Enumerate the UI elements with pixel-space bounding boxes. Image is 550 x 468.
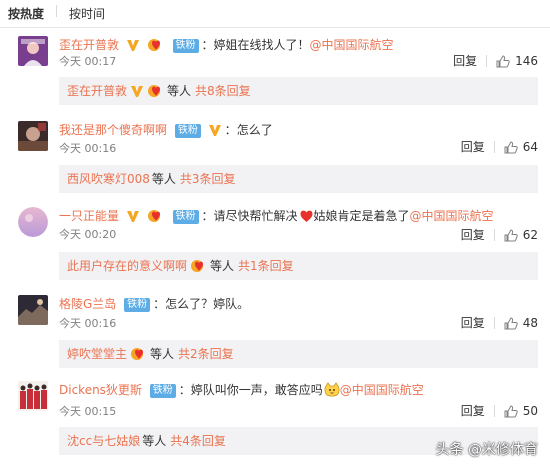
comment-time: 今天 00:20 xyxy=(59,228,117,241)
comment-text: 婷姐在线找人了！ xyxy=(213,38,310,52)
reply-button[interactable]: 回复 xyxy=(461,314,485,331)
reply-button[interactable]: 回复 xyxy=(453,52,477,69)
sub-replies-box[interactable]: 此用户存在的意义啊啊 等人 共1条回复 xyxy=(59,252,538,280)
reply-button[interactable]: 回复 xyxy=(461,402,485,419)
commenter-name[interactable]: 歪在开普敦 xyxy=(59,38,119,52)
avatar[interactable] xyxy=(18,207,48,237)
comment-time: 今天 00:16 xyxy=(59,317,117,330)
mention-link[interactable]: @中国国际航空 xyxy=(310,38,394,52)
fan-badge: 铁粉 xyxy=(172,210,199,224)
heart-medal-icon xyxy=(147,80,165,108)
reply-button[interactable]: 回复 xyxy=(461,138,485,155)
comment-text: 怎么了？婷队。 xyxy=(165,297,250,311)
avatar[interactable] xyxy=(18,121,48,151)
sub-replies-box[interactable]: 歪在开普敦 等人 共8条回复 xyxy=(59,77,538,105)
reply-user-name[interactable]: 歪在开普敦 xyxy=(67,84,127,98)
commenter-name[interactable]: 一只正能量 xyxy=(59,209,119,223)
like-count: 50 xyxy=(522,404,538,418)
more-replies-link[interactable]: 共2条回复 xyxy=(178,347,234,361)
fan-badge: 铁粉 xyxy=(124,298,151,312)
comment-actions: 回复 64 xyxy=(461,138,538,156)
comment-time: 今天 00:17 xyxy=(59,55,117,68)
reply-user-name[interactable]: 婷吹堂堂主 xyxy=(67,347,127,361)
like-icon[interactable] xyxy=(504,229,518,245)
cat-emoji-icon xyxy=(324,382,340,402)
comment-actions: 回复 146 xyxy=(453,52,538,70)
avatar[interactable] xyxy=(18,381,48,411)
comment-time: 今天 00:15 xyxy=(59,405,117,418)
like-count: 146 xyxy=(515,54,538,68)
divider xyxy=(56,5,57,17)
like-count: 62 xyxy=(522,228,538,242)
vip-v-icon xyxy=(130,80,144,108)
comment-text: 怎么了 xyxy=(236,123,273,137)
comment-actions: 回复 50 xyxy=(461,402,538,420)
heart-medal-icon xyxy=(190,255,208,283)
comment-time: 今天 00:16 xyxy=(59,142,117,155)
heart-emoji-icon xyxy=(299,209,314,228)
commenter-name[interactable]: 格陵G兰岛 xyxy=(59,297,116,311)
like-count: 48 xyxy=(522,316,538,330)
comment-text: 请尽快帮忙解决 xyxy=(213,209,298,223)
more-replies-link[interactable]: 共1条回复 xyxy=(238,259,294,273)
fan-badge: 铁粉 xyxy=(174,124,201,138)
comment-actions: 回复 62 xyxy=(461,226,538,244)
vip-v-icon xyxy=(208,124,222,142)
heart-medal-icon xyxy=(147,38,165,57)
fan-badge: 铁粉 xyxy=(172,39,199,53)
comment-text: 婷队叫你一声，敢答应吗 xyxy=(190,383,323,397)
mention-link[interactable]: @中国国际航空 xyxy=(410,209,494,223)
heart-medal-icon xyxy=(130,343,148,371)
reply-user-name[interactable]: 西风吹寒灯008 xyxy=(67,172,150,186)
commenter-name[interactable]: Dickens狄更斯 xyxy=(59,383,142,397)
more-replies-link[interactable]: 共8条回复 xyxy=(195,84,251,98)
sub-replies-box[interactable]: 婷吹堂堂主 等人 共2条回复 xyxy=(59,340,538,368)
mention-link[interactable]: @中国国际航空 xyxy=(340,383,424,397)
sort-bar: 按热度 按时间 xyxy=(0,0,550,28)
watermark: 头条 @米修体育 xyxy=(435,442,538,458)
vip-v-icon xyxy=(126,210,140,228)
like-icon[interactable] xyxy=(504,141,518,157)
avatar[interactable] xyxy=(18,36,48,66)
vip-v-icon xyxy=(126,39,140,57)
fan-badge: 铁粉 xyxy=(149,384,176,398)
like-icon[interactable] xyxy=(504,405,518,421)
sort-by-hot-tab[interactable]: 按热度 xyxy=(8,5,44,22)
sub-replies-box[interactable]: 西风吹寒灯008 等人 共3条回复 xyxy=(59,165,538,193)
more-replies-link[interactable]: 共3条回复 xyxy=(180,172,236,186)
reply-button[interactable]: 回复 xyxy=(461,226,485,243)
avatar[interactable] xyxy=(18,295,48,325)
heart-medal-icon xyxy=(147,209,165,228)
comment-actions: 回复 48 xyxy=(461,314,538,332)
reply-user-name[interactable]: 沈cc与七姑娘 xyxy=(67,434,140,448)
sort-by-time-tab[interactable]: 按时间 xyxy=(69,5,105,22)
like-icon[interactable] xyxy=(496,55,510,71)
like-count: 64 xyxy=(522,140,538,154)
like-icon[interactable] xyxy=(504,317,518,333)
commenter-name[interactable]: 我还是那个傻奇啊啊 xyxy=(59,123,167,137)
reply-user-name[interactable]: 此用户存在的意义啊啊 xyxy=(67,259,187,273)
more-replies-link[interactable]: 共4条回复 xyxy=(170,434,226,448)
